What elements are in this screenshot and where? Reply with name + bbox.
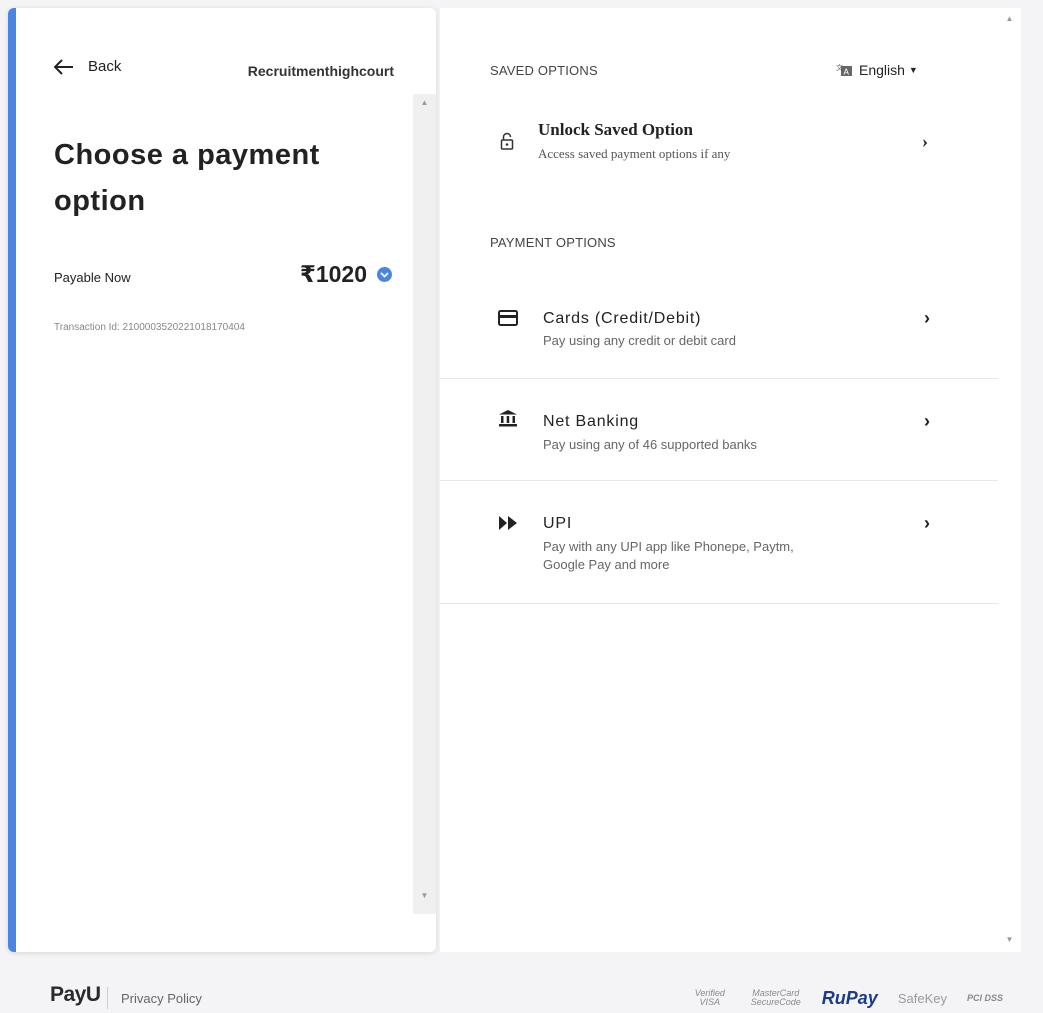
scroll-down-icon[interactable]: ▼ bbox=[413, 891, 436, 900]
safekey-badge: SafeKey bbox=[897, 990, 947, 1006]
payable-label: Payable Now bbox=[54, 270, 131, 285]
summary-scrollbar[interactable]: ▲ ▼ bbox=[413, 94, 436, 914]
page-title: Choose a payment option bbox=[54, 139, 320, 217]
unlock-subtitle: Access saved payment options if any bbox=[538, 146, 731, 161]
scroll-up-icon[interactable]: ▲ bbox=[413, 98, 436, 107]
back-label: Back bbox=[88, 58, 122, 75]
payment-option-upi[interactable]: UPI Pay with any UPI app like Phonepe, P… bbox=[440, 481, 998, 604]
unlock-saved-option[interactable]: Unlock Saved Option Access saved payment… bbox=[490, 118, 940, 168]
privacy-policy-link[interactable]: Privacy Policy bbox=[121, 991, 202, 1006]
scroll-up-icon[interactable]: ▲ bbox=[998, 14, 1021, 23]
summary-header: Back Recruitmenthighcourt bbox=[16, 8, 436, 88]
order-summary-panel: Back Recruitmenthighcourt ▲ ▼ Choose a p… bbox=[8, 8, 436, 952]
transaction-id: Transaction Id: 2100003520221018170404 bbox=[54, 322, 245, 333]
amount-display[interactable]: ₹1020 bbox=[300, 261, 392, 288]
option-subtitle: Pay using any credit or debit card bbox=[543, 333, 736, 348]
back-button[interactable]: Back bbox=[54, 58, 121, 75]
footer: PayU Privacy Policy Verified VISA Master… bbox=[0, 975, 1043, 1013]
payment-option-cards[interactable]: Cards (Credit/Debit) Pay using any credi… bbox=[440, 276, 998, 379]
arrow-left-icon bbox=[54, 58, 73, 75]
language-selector[interactable]: 文 A English ▼ bbox=[834, 62, 918, 78]
svg-text:A: A bbox=[844, 68, 850, 77]
language-label: English bbox=[859, 62, 905, 78]
lock-icon bbox=[500, 132, 514, 150]
footer-divider bbox=[107, 987, 108, 1009]
option-name: Cards (Credit/Debit) bbox=[543, 310, 702, 327]
caret-down-icon: ▼ bbox=[908, 65, 918, 75]
upi-icon bbox=[499, 516, 517, 530]
merchant-name: Recruitmenthighcourt bbox=[247, 63, 394, 79]
bank-icon bbox=[499, 410, 517, 427]
payment-options-heading: PAYMENT OPTIONS bbox=[490, 235, 616, 250]
option-subtitle: Pay with any UPI app like Phonepe, Paytm… bbox=[543, 539, 794, 572]
payment-options-panel: SAVED OPTIONS 文 A English ▼ Unlock Saved… bbox=[440, 8, 998, 952]
amount-value: ₹1020 bbox=[299, 261, 367, 287]
payu-logo: PayU bbox=[50, 983, 101, 1006]
chevron-right-icon: › bbox=[922, 131, 928, 151]
chevron-down-icon[interactable] bbox=[377, 267, 392, 282]
option-subtitle: Pay using any of 46 supported banks bbox=[543, 437, 757, 452]
mastercard-badge: MasterCard SecureCode bbox=[750, 988, 801, 1007]
card-icon bbox=[498, 310, 518, 326]
option-name: UPI bbox=[543, 515, 573, 532]
rupay-badge: RuPay bbox=[821, 987, 878, 1008]
scroll-down-icon[interactable]: ▼ bbox=[998, 935, 1021, 944]
chevron-right-icon: › bbox=[924, 308, 930, 328]
pci-dss-badge: PCI DSS bbox=[966, 992, 1003, 1003]
saved-options-heading: SAVED OPTIONS bbox=[490, 63, 598, 78]
verified-visa-badge: Verified VISA bbox=[694, 988, 725, 1007]
security-badges: Verified VISA MasterCard SecureCode RuPa… bbox=[690, 989, 1003, 1007]
chevron-right-icon: › bbox=[924, 411, 930, 431]
options-scrollbar[interactable]: ▲ ▼ bbox=[998, 8, 1021, 952]
svg-text:文: 文 bbox=[836, 63, 843, 72]
unlock-title: Unlock Saved Option bbox=[538, 120, 693, 139]
payment-option-netbanking[interactable]: Net Banking Pay using any of 46 supporte… bbox=[440, 379, 998, 481]
chevron-right-icon: › bbox=[924, 513, 930, 533]
option-name: Net Banking bbox=[543, 413, 639, 430]
translate-icon: 文 A bbox=[836, 63, 852, 77]
